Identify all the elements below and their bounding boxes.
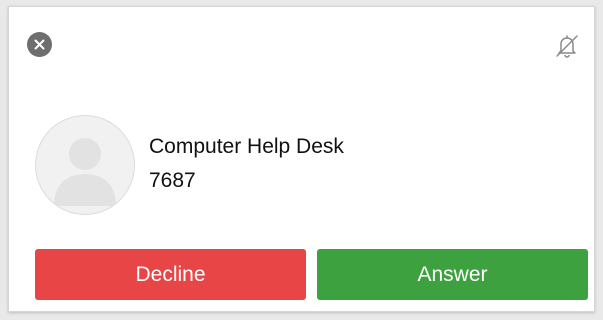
caller-avatar <box>35 115 135 215</box>
person-placeholder-icon <box>54 138 116 206</box>
mute-notifications-button[interactable] <box>550 29 584 63</box>
caller-name: Computer Help Desk <box>149 135 344 158</box>
close-button[interactable] <box>27 32 52 57</box>
caller-number: 7687 <box>149 169 196 192</box>
incoming-call-dialog: Computer Help Desk 7687 Decline Answer <box>8 6 595 312</box>
answer-button[interactable]: Answer <box>317 249 588 300</box>
decline-button[interactable]: Decline <box>35 249 306 300</box>
bell-slash-icon <box>556 35 578 58</box>
close-icon <box>34 39 45 50</box>
